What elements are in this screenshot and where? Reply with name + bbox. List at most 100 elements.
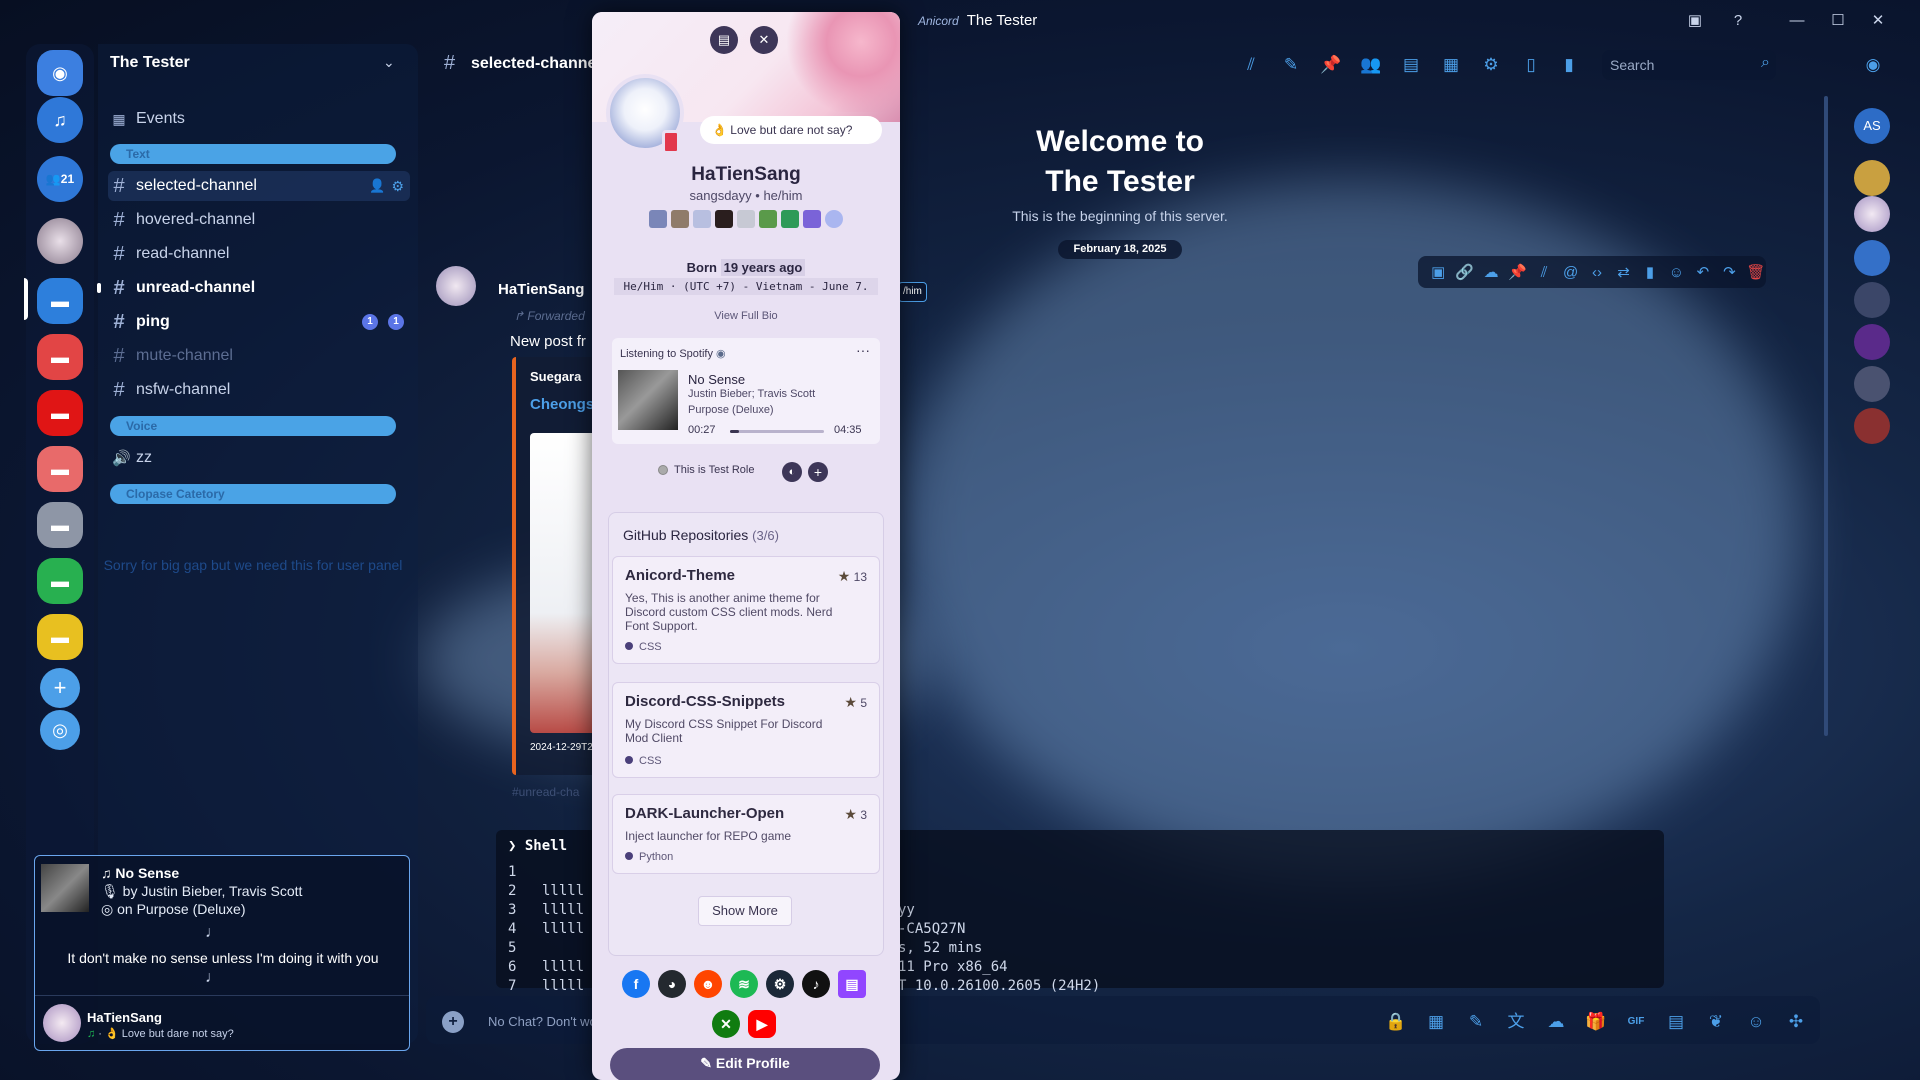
member-avatar[interactable] [1854, 240, 1890, 276]
more-options-icon[interactable]: ··· [856, 342, 870, 358]
github-icon[interactable]: ◕ [658, 970, 686, 998]
folder-icon-yellow[interactable]: ▬ [37, 614, 83, 660]
channel-unread[interactable]: # unread-channel [108, 273, 410, 303]
badge-icon[interactable] [825, 210, 843, 228]
badge-icon[interactable] [649, 210, 667, 228]
channel-ping[interactable]: # ping 1 1 [108, 307, 410, 337]
help-icon[interactable]: ? [1726, 10, 1750, 32]
pin-icon[interactable]: 📌 [1320, 54, 1342, 76]
repo-card[interactable]: DARK-Launcher-Open ★ 3 Inject launcher f… [612, 794, 880, 874]
channel-nsfw[interactable]: # nsfw-channel [108, 375, 410, 405]
leaf-icon[interactable]: ❦ [1704, 1010, 1728, 1034]
maximize-button[interactable]: ☐ [1826, 10, 1850, 32]
dm-badge[interactable]: 👥 21 [37, 156, 83, 202]
gift-icon[interactable]: 🎁 [1584, 1010, 1608, 1034]
folder-icon-red-2[interactable]: ▬ [37, 390, 83, 436]
category-text[interactable]: Text [110, 144, 396, 164]
book-icon[interactable]: ▮ [1558, 54, 1580, 76]
sticker-pack-icon[interactable]: ▤ [1664, 1010, 1688, 1034]
emoji-icon[interactable]: ☺ [1744, 1010, 1768, 1034]
notifications-icon[interactable]: ♫ [37, 97, 83, 143]
spotify-album-art[interactable] [618, 370, 678, 430]
message-avatar[interactable] [436, 266, 476, 306]
clipboard-button[interactable]: ▤ [710, 26, 738, 54]
category-collapsed[interactable]: Clopase Catetory [110, 484, 396, 504]
thread-icon[interactable]: ☁ [1481, 263, 1501, 281]
spotify-progress-track[interactable] [730, 430, 824, 433]
reply-icon[interactable]: ↶ [1693, 263, 1713, 281]
redo-icon[interactable]: ↷ [1719, 263, 1739, 281]
show-more-button[interactable]: Show More [698, 896, 792, 926]
folder-icon[interactable]: ▤ [1400, 54, 1422, 76]
chevron-down-icon[interactable]: ⌄ [383, 54, 395, 71]
reddit-icon[interactable]: ☻ [694, 970, 722, 998]
translate-icon[interactable]: 文 [1504, 1010, 1528, 1034]
member-avatar[interactable] [1854, 324, 1890, 360]
footer-channel-link[interactable]: #unread-cha [512, 785, 579, 799]
voice-channel[interactable]: 🔊 zz [108, 443, 410, 473]
add-server-icon[interactable]: + [40, 668, 80, 708]
members-icon[interactable]: 👥 [1360, 54, 1382, 76]
mute-icon[interactable]: ✎ [1464, 1010, 1488, 1034]
channel-hovered[interactable]: # hovered-channel [108, 205, 410, 235]
category-voice[interactable]: Voice [110, 416, 396, 436]
invite-icon[interactable]: 👤 [369, 178, 385, 194]
apps-icon[interactable]: ✣ [1784, 1010, 1808, 1034]
member-avatar[interactable] [1854, 196, 1890, 232]
spotify-track[interactable]: No Sense [688, 372, 745, 387]
message-author[interactable]: HaTienSang [498, 281, 584, 298]
role-icon[interactable]: ◐ [782, 462, 802, 482]
spotify-artists[interactable]: Justin Bieber; Travis Scott [688, 388, 815, 400]
folder-icon-blue[interactable]: ▬ [37, 278, 83, 324]
search-input[interactable]: Search ⌕ [1602, 50, 1776, 80]
repo-card[interactable]: Discord-CSS-Snippets ★ 5 My Discord CSS … [612, 682, 880, 778]
code-icon[interactable]: ‹› [1587, 264, 1607, 281]
channel-muted[interactable]: # mute-channel [108, 341, 410, 371]
mention-icon[interactable]: @ [1560, 264, 1580, 281]
pin-icon[interactable]: 📌 [1507, 263, 1527, 281]
folder-icon-red[interactable]: ▬ [37, 334, 83, 380]
spotify-icon[interactable]: ≋ [730, 970, 758, 998]
badge-icon[interactable] [803, 210, 821, 228]
close-button[interactable]: ✕ [1866, 10, 1890, 32]
badge-icon[interactable] [781, 210, 799, 228]
link-icon[interactable]: 🔗 [1454, 263, 1474, 281]
badge-icon[interactable] [715, 210, 733, 228]
threads-icon[interactable]: ⫽ [1534, 264, 1554, 281]
album-art[interactable] [41, 864, 89, 912]
youtube-icon[interactable]: ▶ [748, 1010, 776, 1038]
compass-icon[interactable]: ◉ [1862, 54, 1884, 76]
sticker-icon[interactable]: ☁ [1544, 1010, 1568, 1034]
facebook-icon[interactable]: f [622, 970, 650, 998]
folder-icon-gray[interactable]: ▬ [37, 502, 83, 548]
emoji-icon[interactable]: ☺ [1666, 264, 1686, 281]
repo-name[interactable]: DARK-Launcher-Open [625, 805, 784, 822]
steam-icon[interactable]: ⚙ [766, 970, 794, 998]
channel-selected[interactable]: # selected-channel 👤 ⚙ [108, 171, 410, 201]
xbox-icon[interactable]: ✕ [712, 1010, 740, 1038]
guild-name[interactable]: The Tester [110, 54, 190, 72]
discord-home-icon[interactable]: ◉ [37, 50, 83, 96]
document-icon[interactable]: ▯ [1520, 54, 1542, 76]
forward-icon[interactable]: ⇄ [1613, 263, 1633, 281]
scrollbar[interactable] [1824, 96, 1828, 736]
bookmark-icon[interactable]: ▮ [1640, 263, 1660, 281]
grid-icon[interactable]: ▦ [1440, 54, 1462, 76]
tiktok-icon[interactable]: ♪ [802, 970, 830, 998]
events-item[interactable]: ▦ Events [108, 104, 410, 134]
gear-icon[interactable]: ⚙ [1480, 54, 1502, 76]
repo-name[interactable]: Discord-CSS-Snippets [625, 693, 785, 710]
repo-name[interactable]: Anicord-Theme [625, 567, 735, 584]
user-avatar-server[interactable] [37, 218, 83, 264]
badge-icon[interactable] [737, 210, 755, 228]
gear-icon[interactable]: ⚙ [391, 178, 404, 195]
badge-icon[interactable] [759, 210, 777, 228]
explore-icon[interactable]: ◎ [40, 710, 80, 750]
member-avatar[interactable]: AS [1854, 108, 1890, 144]
badge-icon[interactable] [693, 210, 711, 228]
delete-icon[interactable]: 🗑 [1746, 263, 1766, 281]
calendar-icon[interactable]: ▦ [1424, 1010, 1448, 1034]
avatar[interactable] [43, 1004, 81, 1042]
channel-read[interactable]: # read-channel [108, 239, 410, 269]
user-panel-name[interactable]: HaTienSang [87, 1010, 162, 1025]
